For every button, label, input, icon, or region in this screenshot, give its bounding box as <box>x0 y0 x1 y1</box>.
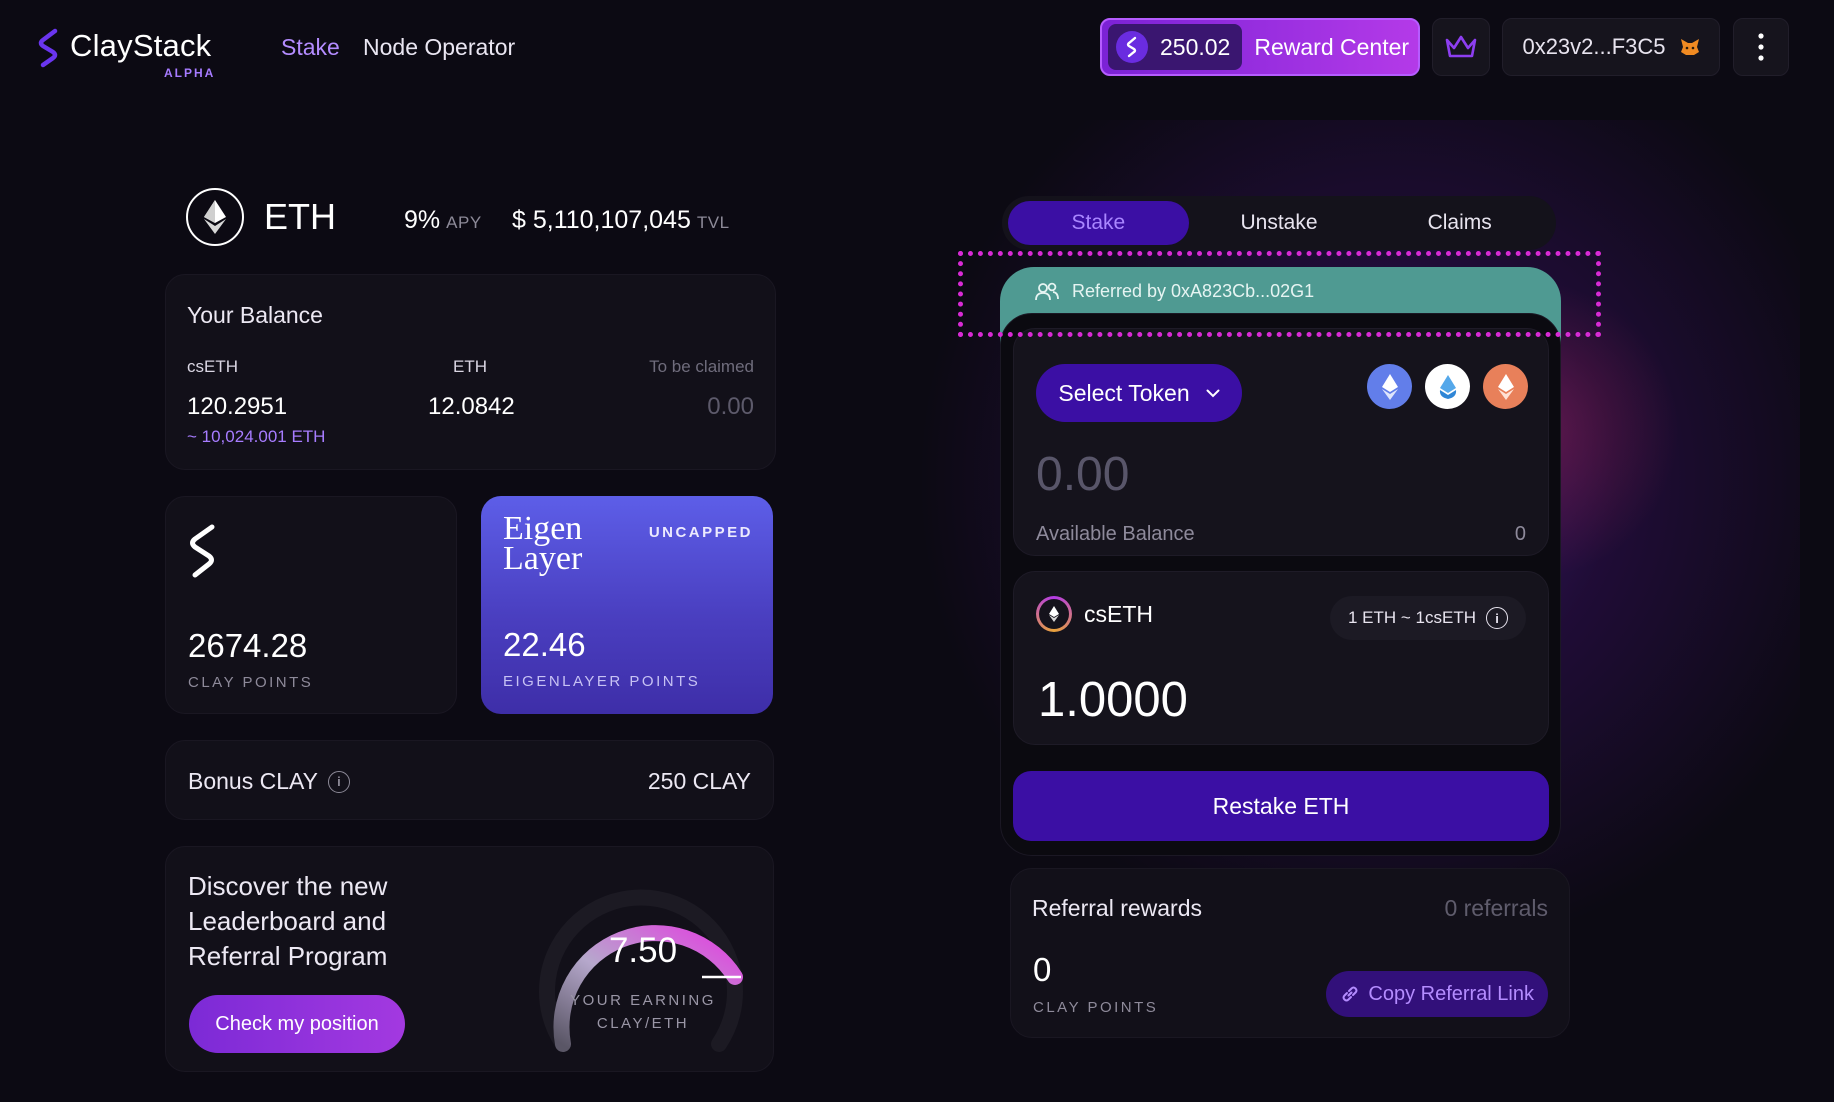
wallet-address: 0x23v2...F3C5 <box>1522 34 1666 59</box>
claystack-mark-icon <box>190 524 215 578</box>
tvl-value: $ 5,110,107,045 <box>512 206 691 234</box>
asset-name: ETH <box>264 196 336 237</box>
gauge-value: 7.50 <box>608 931 678 970</box>
claystack-logo-icon <box>38 28 58 68</box>
clay-points-card: 2674.28 CLAY POINTS <box>165 496 457 714</box>
wallet-button[interactable]: 0x23v2...F3C5 <box>1502 18 1720 76</box>
brand-name: ClayStack <box>70 28 212 63</box>
nav-node-operator[interactable]: Node Operator <box>363 34 515 61</box>
stake-amount-input[interactable]: 0.00 <box>1036 447 1129 502</box>
referral-count: 0 referrals <box>1444 895 1548 921</box>
link-icon <box>1342 986 1358 1002</box>
metamask-fox-icon <box>1680 39 1699 55</box>
bonus-clay-card: Bonus CLAY i 250 CLAY <box>165 740 774 820</box>
reward-balance: 250.02 <box>1108 24 1243 70</box>
stake-panel: Select Token 0.00 Available Balance 0 cs… <box>1000 313 1561 856</box>
eigenlayer-logo: Eigen Layer <box>503 512 583 577</box>
output-amount: 1.0000 <box>1038 673 1188 727</box>
gauge-label-line1: YOUR EARNING <box>570 992 716 1009</box>
select-token-label: Select Token <box>1058 379 1190 406</box>
eigenlayer-logo-line2: Layer <box>503 540 583 577</box>
more-menu-button[interactable] <box>1733 18 1789 76</box>
exchange-rate: 1 ETH ~ 1csETH <box>1347 608 1476 627</box>
brand-sub: ALPHA <box>164 66 216 80</box>
info-icon[interactable]: i <box>327 770 350 793</box>
leaderboard-button[interactable] <box>1432 18 1490 76</box>
leaderboard-promo-card: Discover the new Leaderboard and Referra… <box>165 846 774 1072</box>
stake-tabs: Stake Unstake Claims <box>1002 196 1556 250</box>
reth-token-icon[interactable] <box>1483 364 1528 409</box>
bonus-clay-value: 250 CLAY <box>647 768 751 794</box>
bonus-clay-label: Bonus CLAY <box>188 768 318 794</box>
available-balance-label: Available Balance <box>1036 523 1195 545</box>
rate-info-icon[interactable]: i <box>1486 607 1508 629</box>
tvl-stat: $ 5,110,107,045 TVL <box>512 206 730 235</box>
kebab-menu-icon <box>1758 33 1764 61</box>
referral-points-label: CLAY POINTS <box>1033 999 1159 1016</box>
tab-stake[interactable]: Stake <box>1008 201 1189 245</box>
reward-amount: 250.02 <box>1160 33 1231 60</box>
check-my-position-button[interactable]: Check my position <box>189 995 405 1053</box>
uncapped-badge: UNCAPPED <box>648 524 753 541</box>
cseth-icon <box>1036 596 1072 632</box>
clay-coin-icon <box>1116 31 1148 63</box>
tab-claims[interactable]: Claims <box>1369 201 1550 245</box>
apy-value: 9% <box>404 206 441 234</box>
select-token-dropdown[interactable]: Select Token <box>1036 364 1242 422</box>
output-token: csETH <box>1036 596 1153 632</box>
to-be-claimed-value: 0.00 <box>707 393 754 420</box>
copy-referral-link-label: Copy Referral Link <box>1368 982 1534 1005</box>
input-token-card: Select Token 0.00 Available Balance 0 <box>1013 328 1549 556</box>
eth-balance: 12.0842 <box>428 393 515 420</box>
brand-logo[interactable]: ClayStack ALPHA <box>36 28 213 80</box>
referred-by-text: Referred by 0xA823Cb...02G1 <box>1072 281 1315 301</box>
clay-points-label: CLAY POINTS <box>188 674 314 691</box>
token-options <box>1367 364 1528 409</box>
referral-rewards-card: Referral rewards 0 referrals 0 CLAY POIN… <box>1010 868 1570 1038</box>
referral-points-value: 0 <box>1033 951 1052 988</box>
balance-title: Your Balance <box>187 302 323 328</box>
referral-rewards-title: Referral rewards <box>1032 895 1202 921</box>
users-icon <box>1035 282 1059 300</box>
restake-eth-button[interactable]: Restake ETH <box>1013 771 1549 841</box>
reward-center-label: Reward Center <box>1254 33 1410 60</box>
bonus-clay-label-wrap: Bonus CLAY i <box>188 768 350 795</box>
eth-token-icon[interactable] <box>1367 364 1412 409</box>
cseth-label: csETH <box>187 357 238 376</box>
output-token-name: csETH <box>1084 600 1153 627</box>
gauge-label-line2: CLAY/ETH <box>596 1015 690 1032</box>
to-be-claimed-label: To be claimed <box>649 357 754 376</box>
eth-icon <box>186 188 244 246</box>
balance-card: Your Balance csETH ETH To be claimed 120… <box>165 274 776 470</box>
nav-stake[interactable]: Stake <box>281 34 340 61</box>
output-token-card: csETH 1 ETH ~ 1csETH i 1.0000 <box>1013 571 1549 745</box>
steth-token-icon[interactable] <box>1425 364 1470 409</box>
promo-text: Discover the new Leaderboard and Referra… <box>188 871 388 971</box>
eigen-points-value: 22.46 <box>503 626 586 663</box>
copy-referral-link-button[interactable]: Copy Referral Link <box>1326 971 1548 1017</box>
reward-center-button[interactable]: 250.02 Reward Center <box>1100 18 1420 76</box>
asset-header: ETH <box>186 188 336 246</box>
available-balance-value: 0 <box>1514 523 1526 545</box>
exchange-rate-chip: 1 ETH ~ 1csETH i <box>1329 596 1526 640</box>
apy-label: APY <box>446 213 482 232</box>
gauge-label: YOUR EARNING CLAY/ETH <box>558 989 728 1035</box>
apy-stat: 9% APY <box>404 206 482 235</box>
referral-banner-content: Referred by 0xA823Cb...02G1 <box>1034 281 1314 302</box>
tvl-label: TVL <box>696 213 730 232</box>
clay-points-value: 2674.28 <box>188 627 308 664</box>
tab-unstake[interactable]: Unstake <box>1189 201 1370 245</box>
chevron-down-icon <box>1206 389 1220 397</box>
crown-icon <box>1445 35 1477 58</box>
eigenlayer-points-card: Eigen Layer UNCAPPED 22.46 EIGENLAYER PO… <box>481 496 773 714</box>
eigen-points-label: EIGENLAYER POINTS <box>503 673 701 690</box>
cseth-balance: 120.2951 <box>187 393 288 420</box>
cseth-eth-equivalent: ~ 10,024.001 ETH <box>187 427 326 446</box>
eth-label: ETH <box>453 357 487 376</box>
